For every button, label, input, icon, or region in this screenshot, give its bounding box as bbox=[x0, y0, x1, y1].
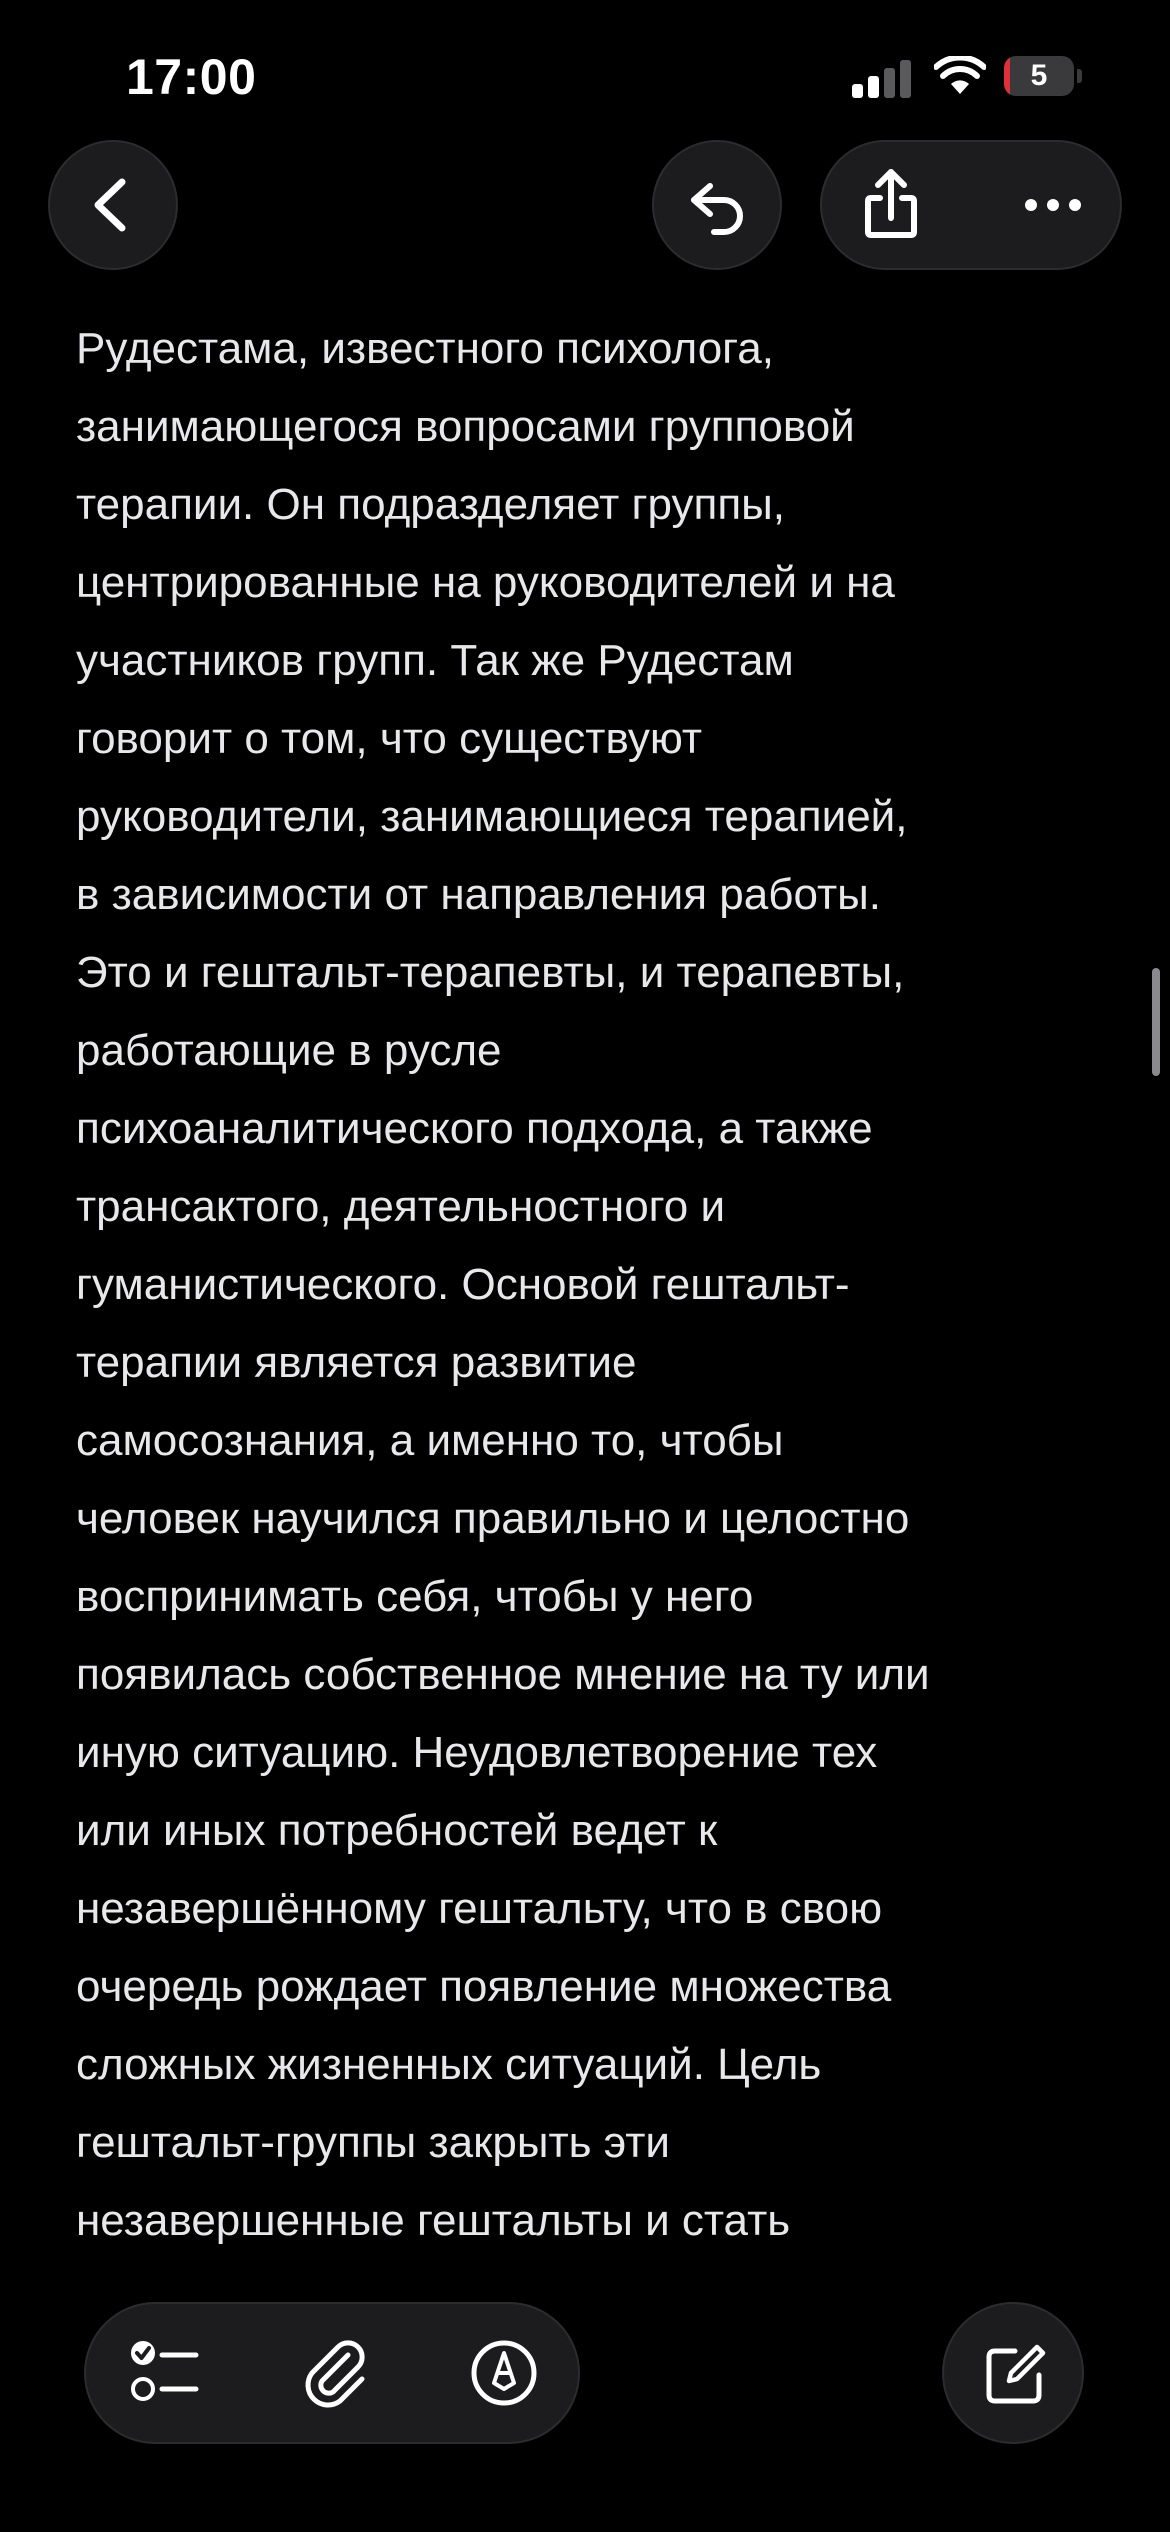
ellipsis-icon[interactable] bbox=[988, 140, 1118, 270]
back-button[interactable] bbox=[48, 140, 178, 270]
note-line: руководители, занимающиеся терапией, bbox=[76, 792, 908, 841]
markup-pen-icon[interactable] bbox=[464, 2333, 544, 2413]
note-line: гуманистического. Основой гештальт- bbox=[76, 1260, 850, 1309]
note-line: терапии является развитие bbox=[76, 1338, 637, 1387]
note-line: Это и гештальт-терапевты, и терапевты, bbox=[76, 948, 905, 997]
paperclip-icon[interactable] bbox=[296, 2333, 376, 2413]
checklist-icon[interactable] bbox=[126, 2333, 206, 2413]
note-line: занимающегося вопросами групповой bbox=[76, 402, 855, 451]
share-icon[interactable] bbox=[826, 140, 956, 270]
undo-icon bbox=[691, 183, 743, 235]
undo-button[interactable] bbox=[652, 140, 782, 270]
note-line: терапии. Он подразделяет группы, bbox=[76, 480, 786, 529]
battery-icon: 5 bbox=[1004, 56, 1084, 96]
cellular-signal-icon bbox=[852, 58, 912, 98]
note-line: очередь рождает появление множества bbox=[76, 1962, 892, 2011]
battery-percent: 5 bbox=[1030, 59, 1048, 92]
bottom-toolbar bbox=[84, 2302, 580, 2444]
note-line: или иных потребностей ведет к bbox=[76, 1806, 718, 1855]
note-line: участников групп. Так же Рудестам bbox=[76, 636, 794, 685]
note-line: незавершенные гештальты и стать bbox=[76, 2196, 791, 2245]
actions-pill bbox=[820, 140, 1122, 270]
chevron-left-icon bbox=[94, 178, 126, 232]
note-line: сложных жизненных ситуаций. Цель bbox=[76, 2040, 822, 2089]
status-bar: 17:00 5 bbox=[0, 0, 1170, 140]
scroll-indicator[interactable] bbox=[1152, 968, 1160, 1076]
note-line: воспринимать себя, чтобы у него bbox=[76, 1572, 754, 1621]
note-line: человек научился правильно и целостно bbox=[76, 1494, 910, 1543]
note-line: иную ситуацию. Неудовлетворение тех bbox=[76, 1728, 878, 1777]
note-line: гештальт-группы закрыть эти bbox=[76, 2118, 670, 2167]
status-time: 17:00 bbox=[126, 49, 257, 105]
note-line: незавершённому гештальту, что в свою bbox=[76, 1884, 883, 1933]
compose-icon bbox=[986, 2344, 1046, 2404]
note-line: появилась собственное мнение на ту или bbox=[76, 1650, 930, 1699]
note-line: говорит о том, что существуют bbox=[76, 714, 703, 763]
note-line: самосознания, а именно то, чтобы bbox=[76, 1416, 784, 1465]
note-text[interactable]: Рудестама, известного психолога, занимающ… bbox=[76, 310, 1106, 2250]
note-line: психоаналитического подхода, а также bbox=[76, 1104, 873, 1153]
note-line: центрированные на руководителей и на bbox=[76, 558, 895, 607]
note-line: трансактого, деятельностного и bbox=[76, 1182, 726, 1231]
note-line: работающие в русле bbox=[76, 1026, 502, 1075]
note-line: в зависимости от направления работы. bbox=[76, 870, 881, 919]
compose-button[interactable] bbox=[942, 2302, 1084, 2444]
note-line: Рудестама, известного психолога, bbox=[76, 324, 774, 373]
wifi-icon bbox=[934, 56, 986, 94]
